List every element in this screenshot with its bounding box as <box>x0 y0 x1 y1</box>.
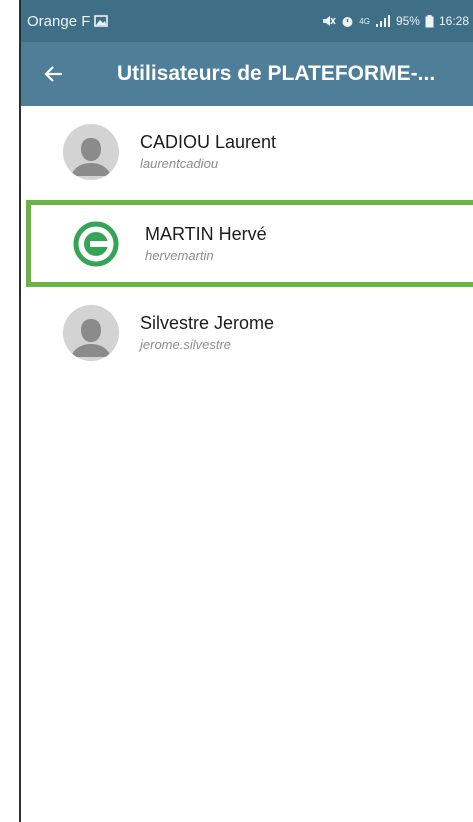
status-icons: 4G 95% 16:28 <box>322 14 469 28</box>
user-list: CADIOU Laurent laurentcadiou MARTIN Herv… <box>19 108 473 377</box>
alarm-icon <box>342 16 353 27</box>
user-list-item[interactable]: CADIOU Laurent laurentcadiou <box>19 108 473 196</box>
avatar <box>63 124 119 180</box>
user-name: MARTIN Hervé <box>145 223 267 244</box>
carrier-group: Orange F <box>27 12 109 30</box>
default-person-icon <box>63 124 119 180</box>
app-bar: Utilisateurs de PLATEFORME-... <box>19 42 473 106</box>
status-bar: Orange F 4G 95% 16:28 <box>19 0 473 42</box>
avatar <box>63 305 119 361</box>
back-arrow-icon <box>44 66 62 82</box>
back-button[interactable] <box>31 42 77 106</box>
network-type: 4G <box>359 16 370 26</box>
user-list-item[interactable]: Silvestre Jerome jerome.silvestre <box>19 289 473 377</box>
user-login: laurentcadiou <box>140 156 219 171</box>
app-logo-icon <box>68 215 124 272</box>
user-name: CADIOU Laurent <box>140 132 277 152</box>
user-name: Silvestre Jerome <box>140 313 275 333</box>
image-notification-icon <box>94 15 109 27</box>
signal-icon <box>375 15 390 27</box>
page-title: Utilisateurs de PLATEFORME-... <box>117 62 436 85</box>
user-login: jerome.silvestre <box>140 337 232 352</box>
user-text: CADIOU Laurent laurentcadiou <box>140 131 276 173</box>
carrier-label: Orange F <box>27 12 91 30</box>
clock: 16:28 <box>438 14 469 28</box>
user-text: MARTIN Hervé hervemartin <box>145 223 267 265</box>
avatar <box>68 215 124 272</box>
user-login: hervemartin <box>145 247 214 263</box>
user-text: Silvestre Jerome jerome.silvestre <box>140 312 274 354</box>
mute-icon <box>323 16 336 26</box>
default-person-icon <box>63 305 119 361</box>
battery-icon <box>425 14 434 27</box>
phone-screen: Orange F 4G 95% 16:28 Utilisateurs de PL… <box>19 0 473 822</box>
battery-percent: 95% <box>395 14 420 28</box>
user-list-item-selected[interactable]: MARTIN Hervé hervemartin <box>26 200 473 287</box>
